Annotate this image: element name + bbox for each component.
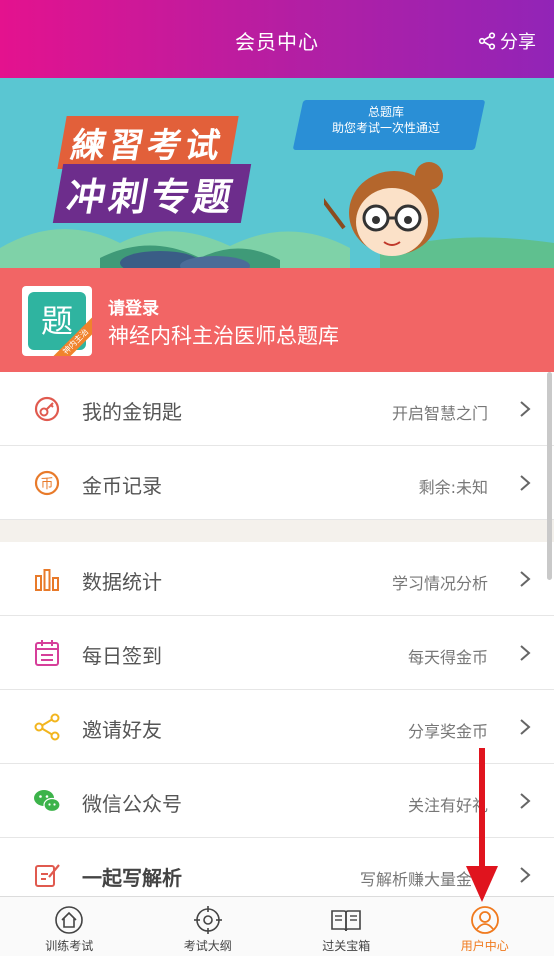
menu-hint: 剩余:未知	[418, 478, 488, 497]
chevron-right-icon	[520, 571, 531, 587]
compass-icon	[193, 906, 222, 934]
login-prompt[interactable]: 请登录	[108, 294, 159, 319]
svg-text:题: 题	[41, 302, 73, 340]
app-logo-icon: 题	[41, 302, 73, 340]
tab-label: 过关宝箱	[322, 939, 371, 953]
menu-label: 数据统计	[82, 570, 162, 594]
tab-label: 考试大纲	[183, 939, 232, 953]
tab-exam-outline[interactable]: 考试大纲	[139, 897, 278, 956]
chevron-right-icon	[520, 719, 531, 735]
menu-row-statistics[interactable]: 数据统计 学习情况分析	[0, 542, 554, 616]
tab-label: 用户中心	[460, 939, 509, 953]
menu-label: 我的金钥匙	[82, 400, 182, 424]
tab-label: 训练考试	[45, 939, 94, 953]
menu-hint: 开启智慧之门	[391, 404, 488, 423]
section-divider	[0, 520, 554, 542]
tab-training-exam[interactable]: 训练考试	[0, 897, 139, 956]
home-icon	[55, 906, 84, 934]
chevron-right-icon	[520, 401, 531, 417]
menu-hint: 每天得金币	[407, 648, 488, 667]
top-bar: 会员中心 分享	[0, 0, 554, 78]
cartoon-girl-illustration	[324, 162, 443, 256]
coin-icon: 币	[34, 470, 60, 496]
menu-label: 微信公众号	[82, 792, 182, 816]
banner-slogan-2: 冲刺专题	[52, 164, 252, 223]
book-icon	[331, 910, 362, 932]
menu-row-daily-checkin[interactable]: 每日签到 每天得金币	[0, 616, 554, 690]
bar-chart-icon	[35, 569, 59, 591]
red-arrow-annotation	[466, 748, 498, 902]
question-bank-name: 神经内科主治医师总题库	[108, 324, 339, 348]
user-profile-card[interactable]: 题 神内主治 请登录 神经内科主治医师总题库	[0, 268, 554, 372]
share-icon	[34, 713, 60, 741]
promo-banner[interactable]: 总题库 助您考试一次性通过 練習考试 冲刺专题	[0, 78, 554, 268]
svg-text:币: 币	[40, 477, 53, 492]
menu-row-coin-record[interactable]: 币 金币记录 剩余:未知	[0, 446, 554, 520]
menu-hint: 分享奖金币	[407, 722, 488, 741]
menu-label: 每日签到	[82, 644, 162, 668]
menu-label: 一起写解析	[82, 866, 182, 890]
calendar-icon	[35, 640, 59, 666]
user-icon	[470, 906, 499, 934]
banner-tag: 总题库 助您考试一次性通过	[331, 105, 440, 135]
menu-label: 邀请好友	[82, 718, 162, 742]
wechat-icon	[34, 790, 61, 813]
page-title: 会员中心	[235, 30, 319, 54]
menu-label: 金币记录	[82, 474, 162, 498]
scrollbar[interactable]	[547, 372, 552, 580]
chevron-right-icon	[520, 793, 531, 809]
key-icon	[34, 396, 60, 422]
share-label: 分享	[500, 32, 536, 53]
app-logo: 题 神内主治	[22, 286, 92, 356]
menu-hint: 学习情况分析	[391, 574, 488, 593]
banner-slogan-1: 練習考试	[57, 116, 239, 169]
tab-treasure-box[interactable]: 过关宝箱	[277, 897, 416, 956]
chevron-right-icon	[520, 645, 531, 661]
share-icon	[478, 32, 496, 50]
chevron-right-icon	[520, 867, 531, 883]
menu-row-golden-key[interactable]: 我的金钥匙 开启智慧之门	[0, 372, 554, 446]
edit-icon	[35, 864, 60, 887]
share-button[interactable]: 分享	[478, 28, 536, 54]
chevron-right-icon	[520, 475, 531, 491]
